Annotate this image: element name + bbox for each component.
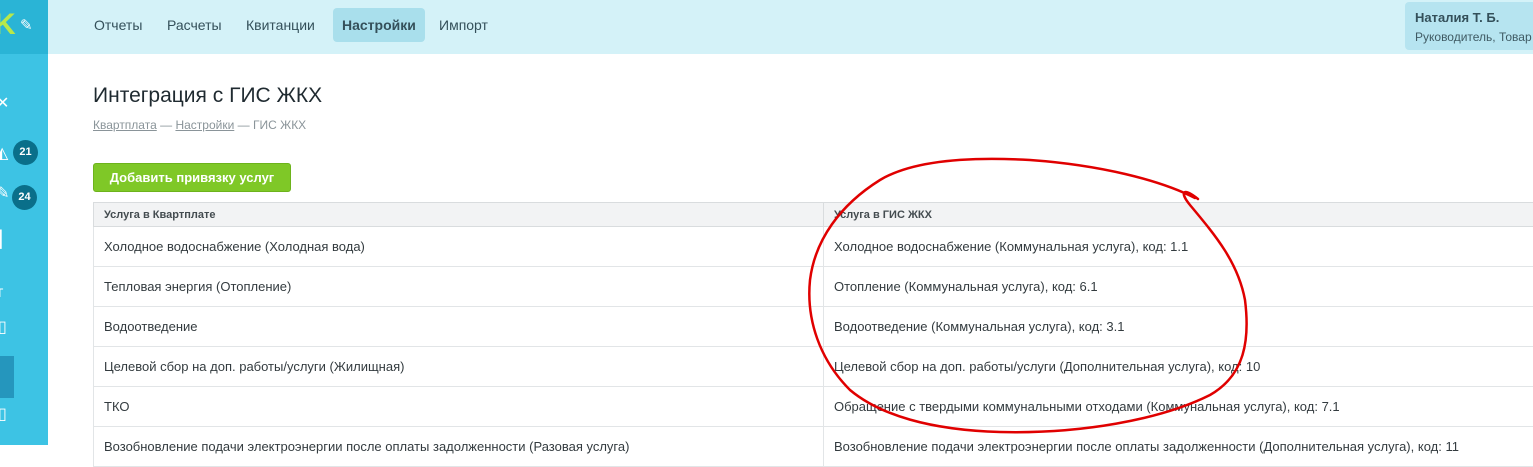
table-row[interactable]: Целевой сбор на доп. работы/услуги (Жили…	[94, 347, 1533, 387]
sidebar: K ✎ ✕ ◭ 21 ✎ 24 ▌ т ▯ ▯	[0, 0, 48, 445]
column-header-gis[interactable]: Услуга в ГИС ЖКХ	[824, 203, 1533, 227]
breadcrumb: Квартплата — Настройки — ГИС ЖКХ	[93, 118, 306, 132]
kvartplata-service-cell: ТКО	[94, 387, 824, 427]
ruble-icon[interactable]: т	[0, 285, 3, 301]
services-table: Услуга в Квартплате Услуга в ГИС ЖКХ Хол…	[93, 202, 1533, 467]
nav-settings[interactable]: Настройки	[333, 8, 425, 42]
kvartplata-service-cell: Водоотведение	[94, 307, 824, 347]
breadcrumb-settings[interactable]: Настройки	[175, 118, 234, 132]
column-header-kvartplata[interactable]: Услуга в Квартплате	[94, 203, 824, 227]
nav-import[interactable]: Импорт	[430, 8, 497, 42]
logo[interactable]: K ✎	[0, 0, 48, 54]
building-icon[interactable]: ▯	[0, 320, 7, 336]
logo-mark: K	[0, 8, 16, 42]
kvartplata-service-cell: Целевой сбор на доп. работы/услуги (Жили…	[94, 347, 824, 387]
bell-icon[interactable]: ◭	[0, 146, 8, 162]
kvartplata-service-cell: Возобновление подачи электроэнергии посл…	[94, 427, 824, 467]
user-name: Наталия Т. Б.	[1415, 10, 1499, 25]
table-row[interactable]: Водоотведение Водоотведение (Коммунальна…	[94, 307, 1533, 347]
kvartplata-service-cell: Холодное водоснабжение (Холодная вода)	[94, 227, 824, 267]
gis-service-cell: Холодное водоснабжение (Коммунальная усл…	[824, 227, 1533, 267]
breadcrumb-current: ГИС ЖКХ	[253, 118, 306, 132]
nav-calculations[interactable]: Расчеты	[158, 8, 231, 42]
edit-icon[interactable]: ✎	[0, 186, 9, 202]
table-row[interactable]: ТКО Обращение с твердыми коммунальными о…	[94, 387, 1533, 427]
gis-service-cell: Водоотведение (Коммунальная услуга), код…	[824, 307, 1533, 347]
breadcrumb-kvartplata[interactable]: Квартплата	[93, 118, 157, 132]
user-role: Руководитель, Товар	[1415, 30, 1532, 44]
kvartplata-service-cell: Тепловая энергия (Отопление)	[94, 267, 824, 307]
top-navigation: Отчеты Расчеты Квитанции Настройки Импор…	[48, 0, 1533, 54]
gis-service-cell: Отопление (Коммунальная услуга), код: 6.…	[824, 267, 1533, 307]
nav-reports[interactable]: Отчеты	[85, 8, 151, 42]
page-title: Интеграция с ГИС ЖКХ	[93, 84, 322, 108]
gis-service-cell: Обращение с твердыми коммунальными отход…	[824, 387, 1533, 427]
breadcrumb-separator: —	[238, 118, 250, 132]
user-menu[interactable]: Наталия Т. Б. Руководитель, Товар	[1405, 2, 1533, 50]
breadcrumb-separator: —	[160, 118, 172, 132]
arrow-icon[interactable]: ✕	[0, 96, 9, 112]
gis-service-cell: Целевой сбор на доп. работы/услуги (Допо…	[824, 347, 1533, 387]
table-row[interactable]: Возобновление подачи электроэнергии посл…	[94, 427, 1533, 467]
notifications-badge[interactable]: 21	[13, 140, 38, 165]
table-header-row: Услуга в Квартплате Услуга в ГИС ЖКХ	[94, 203, 1533, 227]
tasks-badge[interactable]: 24	[12, 185, 37, 210]
pin-icon[interactable]: ✎	[20, 16, 33, 34]
report-icon[interactable]: ▯	[0, 407, 7, 423]
gis-service-cell: Возобновление подачи электроэнергии посл…	[824, 427, 1533, 467]
table-row[interactable]: Холодное водоснабжение (Холодная вода) Х…	[94, 227, 1533, 267]
settings-nav-active[interactable]	[0, 356, 14, 398]
document-icon[interactable]: ▌	[0, 232, 7, 248]
nav-receipts[interactable]: Квитанции	[237, 8, 324, 42]
table-row[interactable]: Тепловая энергия (Отопление) Отопление (…	[94, 267, 1533, 307]
add-service-binding-button[interactable]: Добавить привязку услуг	[93, 163, 291, 192]
